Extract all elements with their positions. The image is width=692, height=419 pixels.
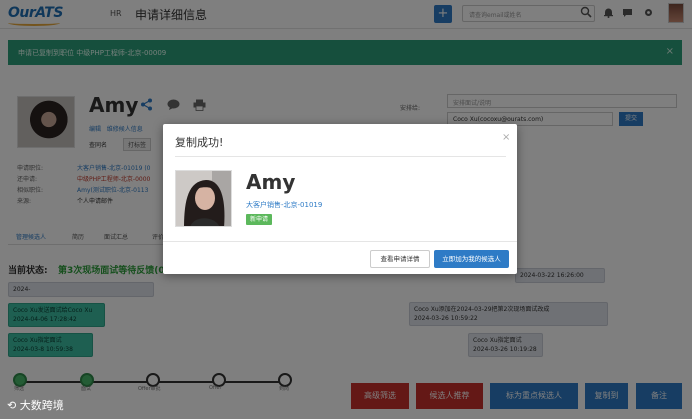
modal-title: 复制成功! [175,136,224,149]
candidate-photo [175,170,232,227]
divider [175,156,506,157]
copy-success-modal: 复制成功! × Amy 大客户销售-北京-01019 新申请 查看申请详情 立即… [163,124,517,274]
divider [163,241,517,242]
status-badge: 新申请 [246,214,273,225]
candidate-photo-image [176,171,231,226]
candidate-name: Amy [246,170,296,194]
close-icon[interactable]: × [502,132,510,143]
footer-watermark-logo: ⟲ 大数跨境 [7,399,64,412]
view-application-detail-button[interactable]: 查看申请详情 [370,250,430,268]
add-as-my-candidate-button[interactable]: 立即加为我的候选人 [434,250,509,268]
position-link[interactable]: 大客户销售-北京-01019 [246,200,322,210]
